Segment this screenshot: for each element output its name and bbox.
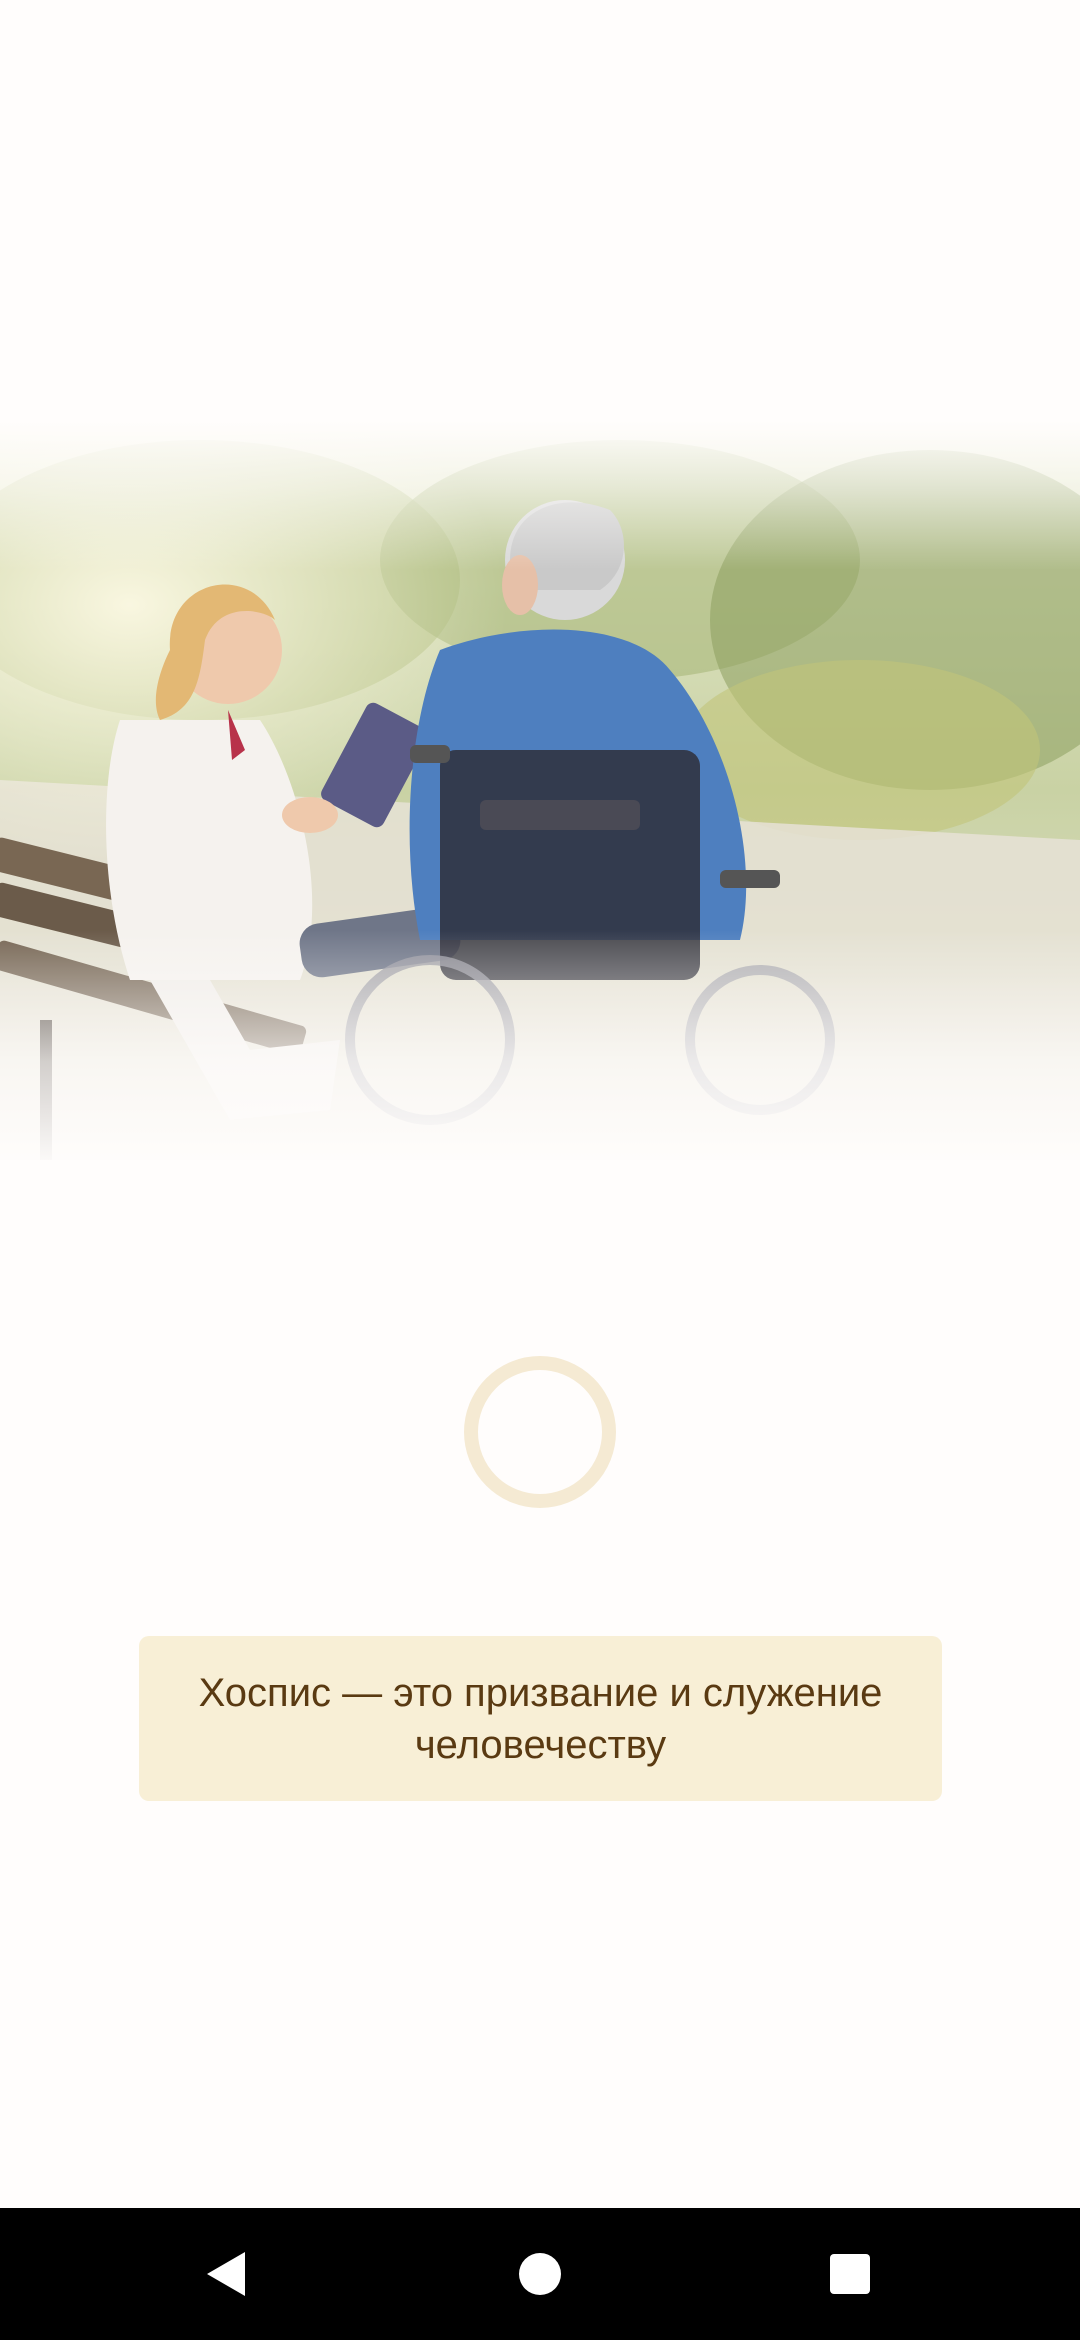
quote-banner: Хоспис — это призвание и служение челове… xyxy=(139,1636,942,1801)
back-triangle-icon xyxy=(207,2252,245,2296)
quote-text: Хоспис — это призвание и служение челове… xyxy=(198,1670,883,1767)
home-circle-icon xyxy=(519,2253,561,2295)
splash-screen: Хоспис — это призвание и служение челове… xyxy=(0,0,1080,2340)
back-button[interactable] xyxy=(186,2234,266,2314)
system-navigation-bar xyxy=(0,2208,1080,2340)
loading-ring-icon xyxy=(464,1356,616,1508)
recents-square-icon xyxy=(830,2254,870,2294)
hero-image xyxy=(0,420,1080,1160)
recents-button[interactable] xyxy=(810,2234,890,2314)
home-button[interactable] xyxy=(500,2234,580,2314)
